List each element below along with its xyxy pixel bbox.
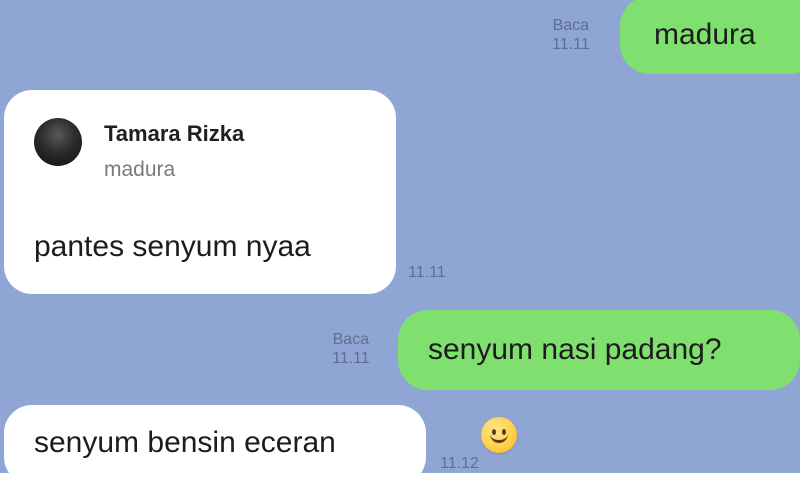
message-bubble-outgoing[interactable]: senyum nasi padang? [398,310,800,390]
read-status: Baca [332,331,370,348]
message-text: senyum nasi padang? [428,333,722,366]
read-status: Baca [552,17,590,34]
reply-sender-name: Tamara Rizka [104,121,245,146]
message-text: pantes senyum nyaa [34,230,311,263]
message-meta: Baca 11.11 [552,16,590,54]
message-bubble-incoming[interactable]: senyum bensin eceran [4,405,426,473]
reply-quoted-text: madura [104,158,176,181]
timestamp: 11.11 [552,36,590,53]
message-meta: Baca 11.11 [332,330,370,368]
timestamp: 11.11 [332,350,370,367]
message-text: madura [654,18,756,51]
message-bubble-outgoing[interactable]: madura [620,0,800,74]
avatar [34,118,82,166]
smiley-emoji-icon [481,417,517,453]
message-text: senyum bensin eceran [34,426,336,459]
timestamp: 11.11 [408,264,446,281]
timestamp: 11.12 [440,455,479,472]
chat-area[interactable]: Baca 11.11 madura pantes senyum nyaa Tam… [0,0,800,473]
bottom-strip [0,473,800,500]
